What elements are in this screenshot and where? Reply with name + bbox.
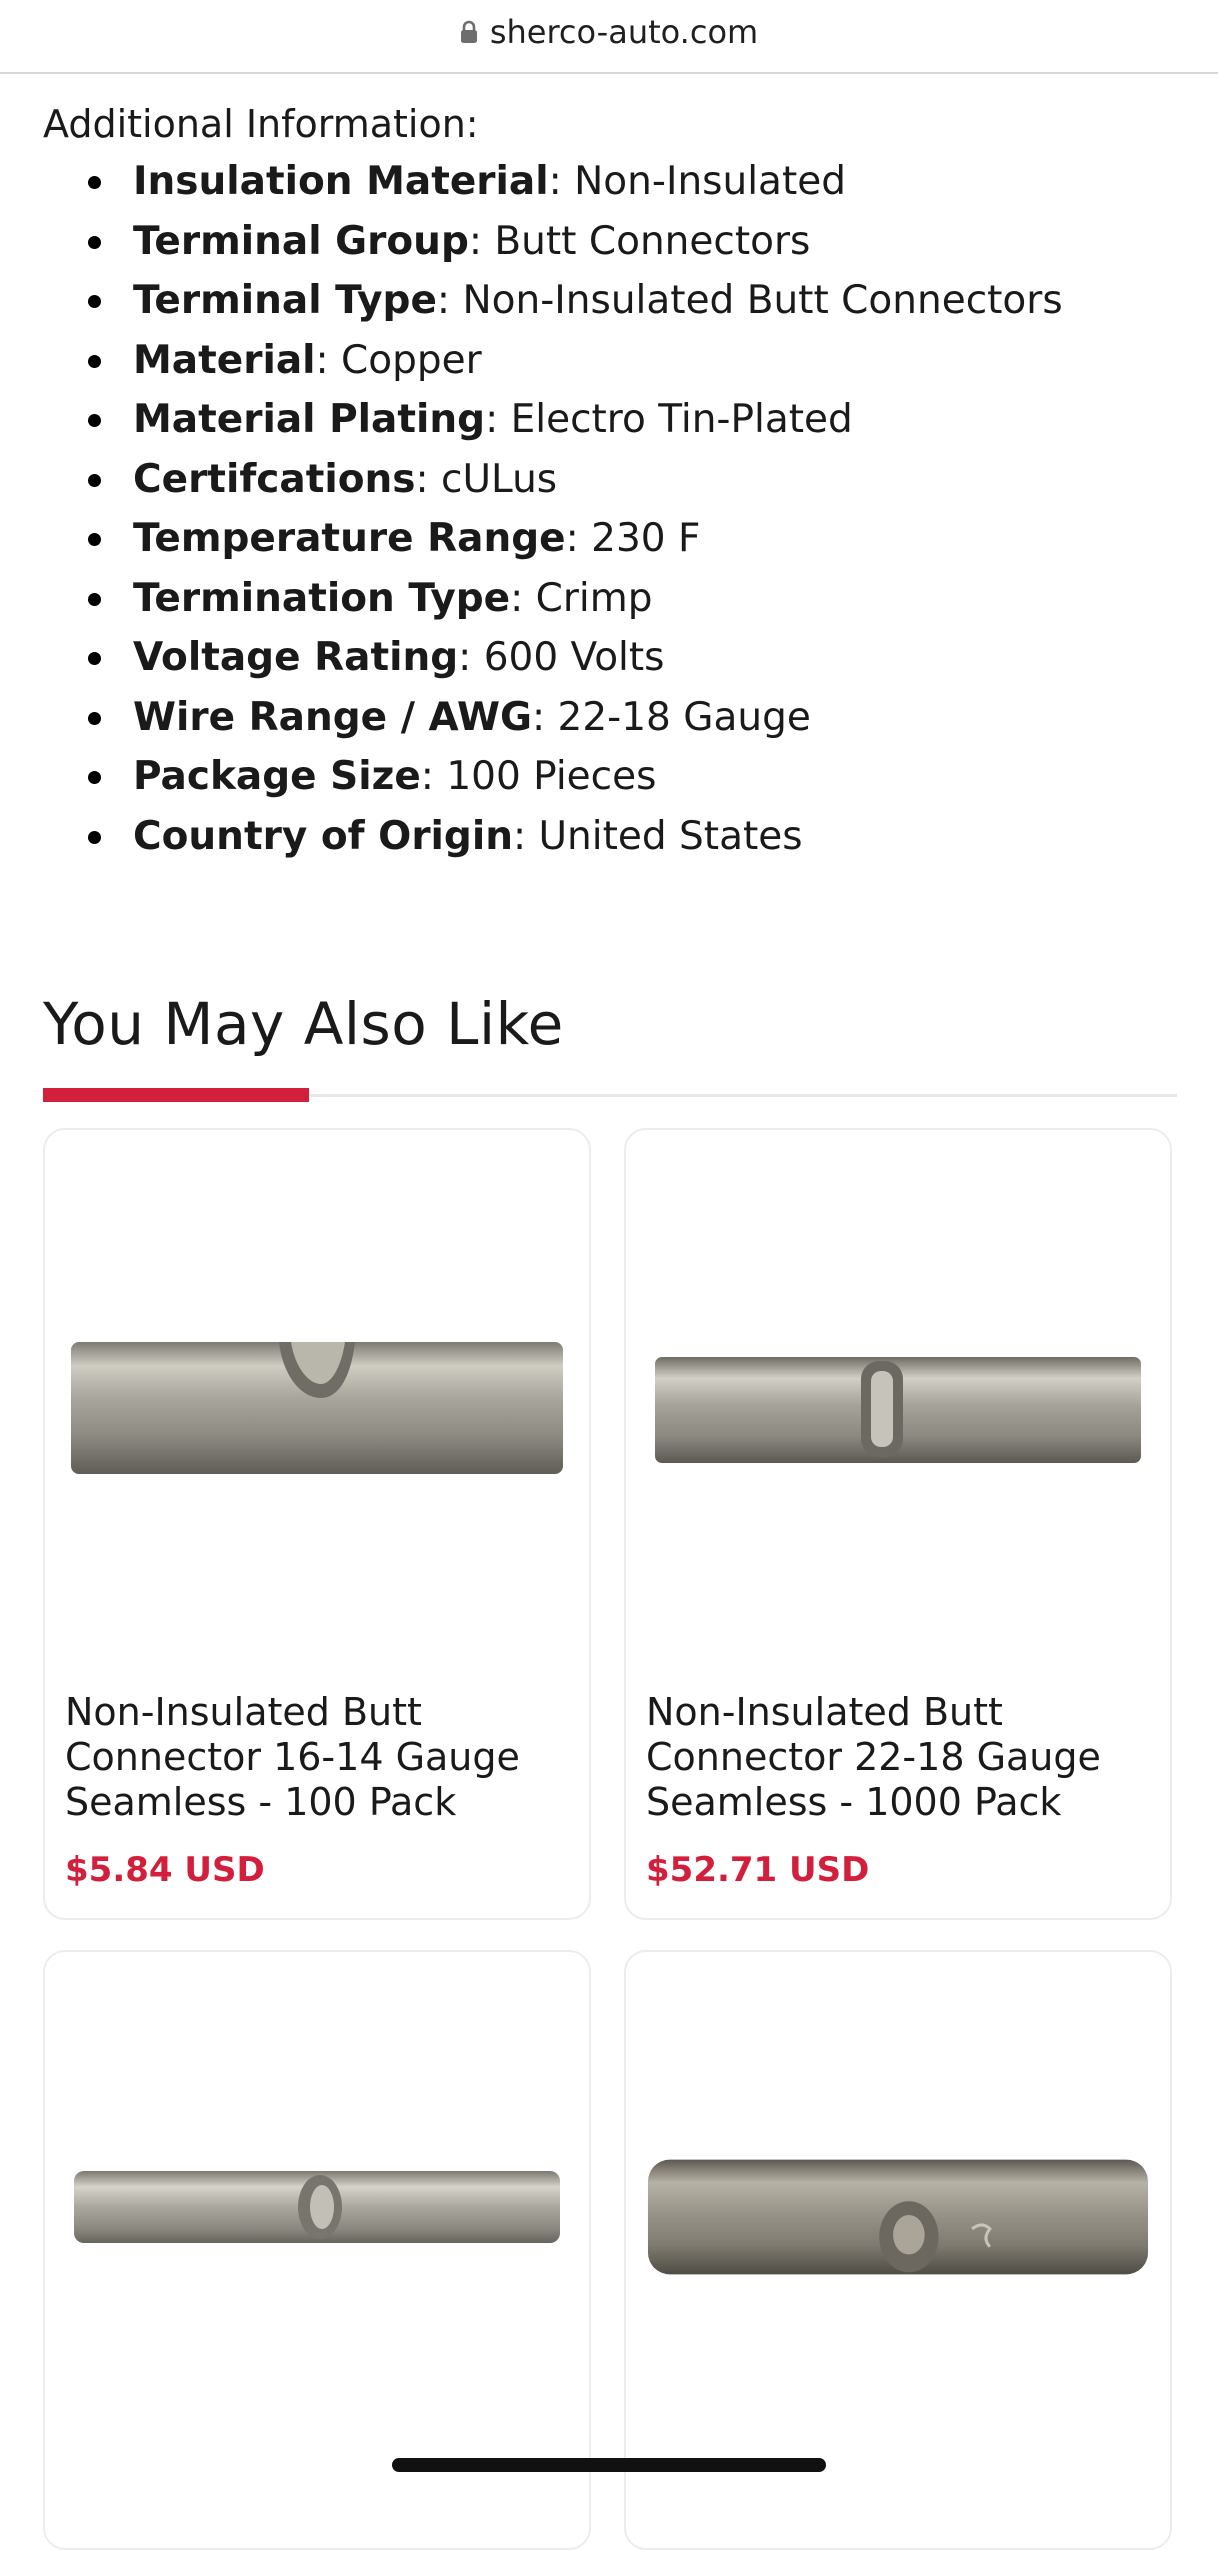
- spec-label: Material: [133, 337, 316, 383]
- spec-list: Insulation Material: Non-Insulated Termi…: [43, 152, 1183, 866]
- url-display[interactable]: sherco-auto.com: [460, 13, 758, 51]
- spec-label: Insulation Material: [133, 159, 549, 204]
- product-title[interactable]: Non-Insulated Butt Connector 16-14 Gauge…: [65, 1690, 573, 1825]
- product-image[interactable]: [646, 1350, 1150, 1470]
- spec-label: Voltage Rating: [133, 635, 459, 680]
- browser-url-bar[interactable]: sherco-auto.com: [0, 0, 1218, 74]
- spec-item-material-plating: Material Plating: Electro Tin-Plated: [43, 390, 1183, 450]
- spec-item-terminal-type: Terminal Type: Non-Insulated Butt Connec…: [43, 271, 1183, 331]
- spec-value: : Non-Insulated Butt Connectors: [436, 278, 1063, 323]
- additional-information-title: Additional Information:: [43, 102, 479, 146]
- product-card[interactable]: Non-Insulated Butt Connector 16-14 Gauge…: [43, 1128, 591, 1920]
- spec-value: : cULus: [415, 456, 558, 502]
- spec-label: Package Size: [133, 754, 421, 799]
- spec-label: Country of Origin: [133, 813, 513, 859]
- butt-connector-icon: [71, 1342, 563, 1474]
- spec-item-insulation-material: Insulation Material: Non-Insulated: [43, 152, 1183, 212]
- you-may-also-like-heading: You May Also Like: [43, 990, 564, 1058]
- bullet-icon: [88, 414, 101, 427]
- spec-value: : 600 Volts: [458, 635, 665, 680]
- spec-value: : Copper: [315, 337, 482, 383]
- product-card[interactable]: Non-Insulated Butt Connector 22-18 Gauge…: [624, 1128, 1172, 1920]
- spec-value: : Butt Connectors: [468, 218, 811, 264]
- section-accent-bar: [43, 1088, 309, 1102]
- bullet-icon: [88, 235, 101, 249]
- bullet-icon: [88, 711, 101, 725]
- product-title[interactable]: Non-Insulated Butt Connector 22-18 Gauge…: [646, 1690, 1154, 1825]
- spec-item-terminal-group: Terminal Group: Butt Connectors: [43, 212, 1183, 272]
- bullet-icon: [88, 473, 101, 487]
- butt-connector-icon: [74, 2171, 560, 2243]
- spec-value: : 100 Pieces: [420, 754, 657, 799]
- product-image[interactable]: [65, 2162, 569, 2252]
- url-text: sherco-auto.com: [489, 13, 759, 51]
- additional-information-section: Additional Information: Insulation Mater…: [43, 96, 1183, 866]
- spec-item-termination-type: Termination Type: Crimp: [43, 569, 1183, 629]
- spec-item-country-of-origin: Country of Origin: United States: [43, 807, 1183, 867]
- spec-item-package-size: Package Size: 100 Pieces: [43, 747, 1183, 807]
- spec-value: : Crimp: [510, 575, 653, 621]
- spec-label: Wire Range / AWG: [133, 694, 532, 740]
- bullet-icon: [88, 592, 101, 606]
- spec-label: Material Plating: [133, 397, 486, 442]
- spec-value: : United States: [512, 813, 803, 859]
- spec-item-temperature-range: Temperature Range: 230 F: [43, 509, 1183, 569]
- spec-item-material: Material: Copper: [43, 331, 1183, 391]
- spec-label: Terminal Group: [133, 218, 469, 264]
- spec-value: : 230 F: [565, 516, 701, 561]
- product-image[interactable]: [646, 2152, 1150, 2282]
- product-image[interactable]: [65, 1330, 569, 1480]
- home-indicator[interactable]: [392, 2458, 826, 2472]
- spec-item-wire-range: Wire Range / AWG: 22-18 Gauge: [43, 688, 1183, 748]
- spec-label: Temperature Range: [133, 516, 566, 561]
- butt-connector-icon: [647, 2159, 1149, 2275]
- product-price: $52.71 USD: [646, 1850, 870, 1890]
- bullet-icon: [88, 652, 101, 665]
- bullet-icon: [88, 771, 101, 784]
- spec-label: Terminal Type: [133, 278, 437, 323]
- spec-value: : Non-Insulated: [548, 159, 846, 204]
- spec-item-voltage-rating: Voltage Rating: 600 Volts: [43, 628, 1183, 688]
- bullet-icon: [88, 176, 101, 189]
- spec-value: : Electro Tin-Plated: [485, 397, 853, 442]
- bullet-icon: [88, 533, 101, 546]
- lock-icon: [460, 20, 477, 43]
- bullet-icon: [88, 295, 101, 308]
- product-price: $5.84 USD: [65, 1850, 265, 1890]
- spec-label: Certifcations: [133, 456, 416, 502]
- spec-label: Termination Type: [133, 575, 511, 621]
- butt-connector-icon: [655, 1357, 1141, 1463]
- bullet-icon: [88, 830, 101, 844]
- spec-item-certifications: Certifcations: cULus: [43, 450, 1183, 510]
- spec-value: : 22-18 Gauge: [532, 694, 811, 740]
- bullet-icon: [88, 354, 101, 368]
